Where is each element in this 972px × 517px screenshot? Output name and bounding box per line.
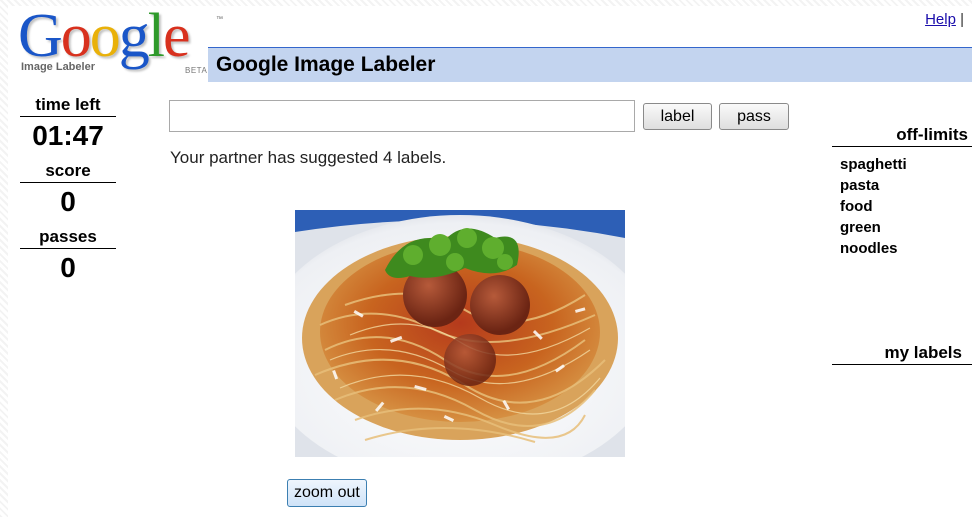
off-limits-item: noodles bbox=[840, 240, 898, 257]
time-left-label: time left bbox=[20, 95, 116, 117]
label-button[interactable]: label bbox=[643, 103, 712, 130]
off-limits-heading: off-limits bbox=[832, 125, 972, 147]
time-left-value: 01:47 bbox=[32, 120, 104, 151]
trademark-mark: ™ bbox=[216, 16, 223, 23]
labeling-image bbox=[295, 210, 625, 457]
passes-value: 0 bbox=[60, 252, 76, 283]
page-title: Google Image Labeler bbox=[216, 53, 436, 76]
spaghetti-photo bbox=[295, 210, 625, 457]
score-label: score bbox=[20, 161, 116, 183]
help-area: Help | bbox=[925, 11, 964, 28]
title-bar: Google Image Labeler bbox=[208, 47, 972, 82]
off-limits-item: green bbox=[840, 219, 881, 236]
zoom-out-button[interactable]: zoom out bbox=[287, 479, 367, 507]
beta-badge: BETA bbox=[185, 66, 208, 75]
pass-button[interactable]: pass bbox=[719, 103, 789, 130]
game-stats: time left 01:47 score 0 passes 0 bbox=[18, 95, 118, 293]
help-link[interactable]: Help bbox=[925, 11, 956, 28]
my-labels-heading: my labels bbox=[832, 343, 972, 365]
help-separator: | bbox=[960, 11, 964, 28]
off-limits-item: food bbox=[840, 198, 873, 215]
google-image-labeler-logo[interactable]: Google ™ Image Labeler BETA bbox=[18, 2, 223, 86]
off-limits-item: spaghetti bbox=[840, 156, 907, 173]
passes-label: passes bbox=[20, 227, 116, 249]
off-limits-list: spaghetti pasta food green noodles bbox=[840, 154, 907, 259]
off-limits-item: pasta bbox=[840, 177, 880, 194]
score-value: 0 bbox=[60, 186, 76, 217]
image-labeler-page: Google ™ Image Labeler BETA Help | Googl… bbox=[8, 2, 972, 517]
label-input[interactable] bbox=[169, 100, 635, 132]
logo-subtitle: Image Labeler bbox=[21, 61, 95, 73]
partner-status-message: Your partner has suggested 4 labels. bbox=[170, 148, 447, 167]
